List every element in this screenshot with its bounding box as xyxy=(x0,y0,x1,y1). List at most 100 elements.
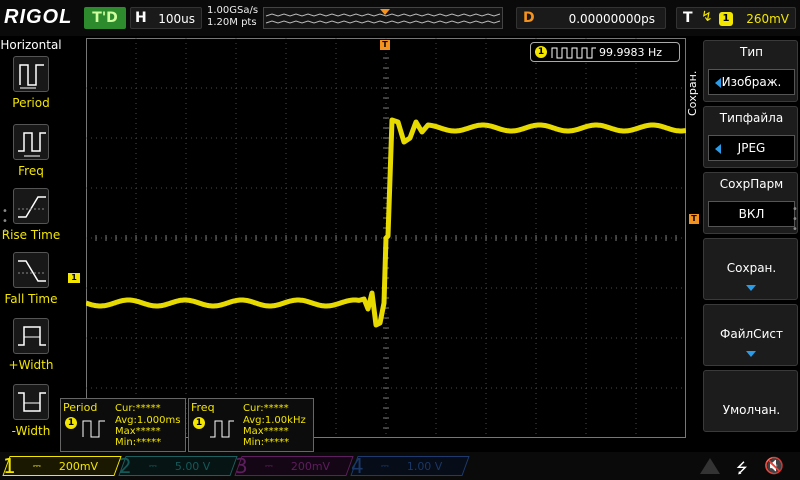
trigger-settings[interactable]: T ↯ 1 260mV xyxy=(676,7,796,29)
acquisition-info: 1.00GSa/s 1.20M pts xyxy=(207,5,258,29)
menu-save-params-value-box: ВКЛ xyxy=(708,201,795,227)
measure-rise-time-button[interactable]: Rise Time xyxy=(0,188,62,248)
channel-2-button[interactable]: 2 ⎓ 5.00 V xyxy=(118,454,238,478)
channel-scale: 5.00 V xyxy=(174,460,211,473)
counter-frequency-value: 99.9983 Hz xyxy=(599,46,663,59)
right-menu-scroll-dots: • • • xyxy=(792,204,798,235)
dc-coupling-icon: ⎓ xyxy=(264,461,273,472)
channel-4-button[interactable]: 4 ⎓ 1.00 V xyxy=(350,454,470,478)
menu-filetype-value-box: JPEG xyxy=(708,135,795,161)
rigol-logo: RIGOL xyxy=(4,6,73,28)
waveform-memory-map[interactable] xyxy=(263,7,503,29)
trigger-label: T xyxy=(683,10,693,26)
measure-period-button[interactable]: Period xyxy=(0,56,62,116)
ch1-offset-marker[interactable]: 1 xyxy=(68,273,80,283)
channel-3-button[interactable]: 3 ⎓ 200mV xyxy=(234,454,354,478)
menu-save-params-value: ВКЛ xyxy=(738,207,765,221)
speaker-muted-icon[interactable]: 🔇 xyxy=(764,456,784,475)
period-icon xyxy=(82,420,105,438)
measure-panel: Horizontal Period Freq Rise Time Fall Ti… xyxy=(0,38,62,452)
menu-filetype-value: JPEG xyxy=(737,141,766,155)
memory-map-waveform-icon xyxy=(265,9,501,24)
measurement-name: Period xyxy=(63,401,98,414)
channel-scale: 1.00 V xyxy=(406,460,443,473)
measure-negative-width-label: -Width xyxy=(11,424,51,438)
counter-channel-badge: 1 xyxy=(535,46,547,58)
measure-panel-title: Horizontal xyxy=(0,38,62,52)
menu-save-button[interactable]: Сохран. xyxy=(703,238,798,300)
dc-coupling-icon: ⎓ xyxy=(32,461,41,472)
usb-icon: ⭍ xyxy=(736,461,748,477)
trigger-source-badge: 1 xyxy=(719,12,733,26)
measure-positive-width-label: +Width xyxy=(8,358,54,372)
measure-freq-button[interactable]: Freq xyxy=(0,124,62,184)
timebase-value: 100us xyxy=(158,12,195,26)
measurement-min: Min:***** xyxy=(115,437,162,448)
softkey-menu: Тип Изображ. Типфайла JPEG СохрПарм ВКЛ … xyxy=(703,38,800,452)
dc-coupling-icon: ⎓ xyxy=(380,461,389,472)
measurement-period-readout[interactable]: Period 1 Cur:***** Avg:1.000ms Max***** … xyxy=(60,398,186,452)
trigger-level-marker[interactable]: T xyxy=(689,214,699,224)
square-wave-icon xyxy=(551,47,596,59)
dc-coupling-icon: ⎓ xyxy=(148,461,157,472)
channel-1-button[interactable]: 1 ⎓ 200mV xyxy=(2,454,122,478)
measurement-channel-badge: 1 xyxy=(193,417,205,429)
measure-positive-width-button[interactable]: +Width xyxy=(0,318,62,378)
rising-edge-icon: ↯ xyxy=(701,9,713,25)
positive-width-icon xyxy=(13,318,49,354)
measure-fall-time-button[interactable]: Fall Time xyxy=(0,252,62,312)
caret-down-icon xyxy=(746,285,756,291)
channel-number: 3 xyxy=(235,454,248,478)
menu-default-title: Умолчан. xyxy=(722,403,781,417)
menu-filetype-button[interactable]: Типфайла JPEG xyxy=(703,106,798,168)
graticule xyxy=(84,37,688,439)
trigger-position-marker[interactable]: T xyxy=(380,40,390,50)
horizontal-delay[interactable]: D 0.00000000ps xyxy=(516,7,666,29)
measurement-cur: Cur:***** xyxy=(115,403,161,414)
measurement-name: Freq xyxy=(191,401,215,414)
measurement-avg: Avg:1.00kHz xyxy=(243,415,306,426)
measure-rise-time-label: Rise Time xyxy=(1,228,61,242)
menu-save-params-button[interactable]: СохрПарм ВКЛ xyxy=(703,172,798,234)
menu-filesystem-button[interactable]: ФайлСист xyxy=(703,304,798,366)
horizontal-label: H xyxy=(135,10,147,26)
measurement-channel-badge: 1 xyxy=(65,417,77,429)
menu-title: Сохран. xyxy=(686,70,699,116)
menu-filetype-title: Типфайла xyxy=(719,111,784,125)
horizontal-timebase[interactable]: H 100us xyxy=(130,7,202,29)
measurement-min: Min:***** xyxy=(243,437,290,448)
channel-scale: 200mV xyxy=(58,460,99,473)
menu-default-button[interactable]: Умолчан. xyxy=(703,370,798,432)
rise-time-icon xyxy=(13,188,49,224)
waveform-display[interactable] xyxy=(84,37,688,439)
menu-type-button[interactable]: Тип Изображ. xyxy=(703,40,798,102)
period-icon xyxy=(13,56,49,92)
fall-time-icon xyxy=(13,252,49,288)
menu-save-title: Сохран. xyxy=(726,261,777,275)
negative-width-icon xyxy=(13,384,49,420)
measurement-freq-readout[interactable]: Freq 1 Cur:***** Avg:1.00kHz Max***** Mi… xyxy=(188,398,314,452)
menu-type-value-box: Изображ. xyxy=(708,69,795,95)
measurement-max: Max***** xyxy=(115,426,161,437)
measurement-cur: Cur:***** xyxy=(243,403,289,414)
memory-depth: 1.20M pts xyxy=(207,17,257,28)
measurement-avg: Avg:1.000ms xyxy=(115,415,181,426)
channel-number: 4 xyxy=(351,454,364,478)
delay-value: 0.00000000ps xyxy=(568,12,655,26)
freq-icon xyxy=(210,420,234,438)
channel-number: 1 xyxy=(3,454,16,478)
menu-save-params-title: СохрПарм xyxy=(719,177,784,191)
menu-filesystem-title: ФайлСист xyxy=(720,327,783,341)
channel-number: 2 xyxy=(119,454,132,478)
expand-arrow-icon[interactable] xyxy=(700,458,720,474)
measure-period-label: Period xyxy=(12,96,50,110)
trigger-level: 260mV xyxy=(746,12,789,26)
measure-negative-width-button[interactable]: -Width xyxy=(0,384,62,444)
caret-down-icon xyxy=(746,351,756,357)
left-panel-scroll-dots: • • • xyxy=(2,206,8,237)
run-status-badge[interactable]: T'D xyxy=(84,7,126,29)
measure-fall-time-label: Fall Time xyxy=(4,292,58,306)
frequency-counter: 1 99.9983 Hz xyxy=(530,42,680,62)
channel-bar: 1 ⎓ 200mV 2 ⎓ 5.00 V 3 ⎓ 200mV 4 ⎓ 1.00 … xyxy=(0,452,800,480)
freq-icon xyxy=(13,124,49,160)
